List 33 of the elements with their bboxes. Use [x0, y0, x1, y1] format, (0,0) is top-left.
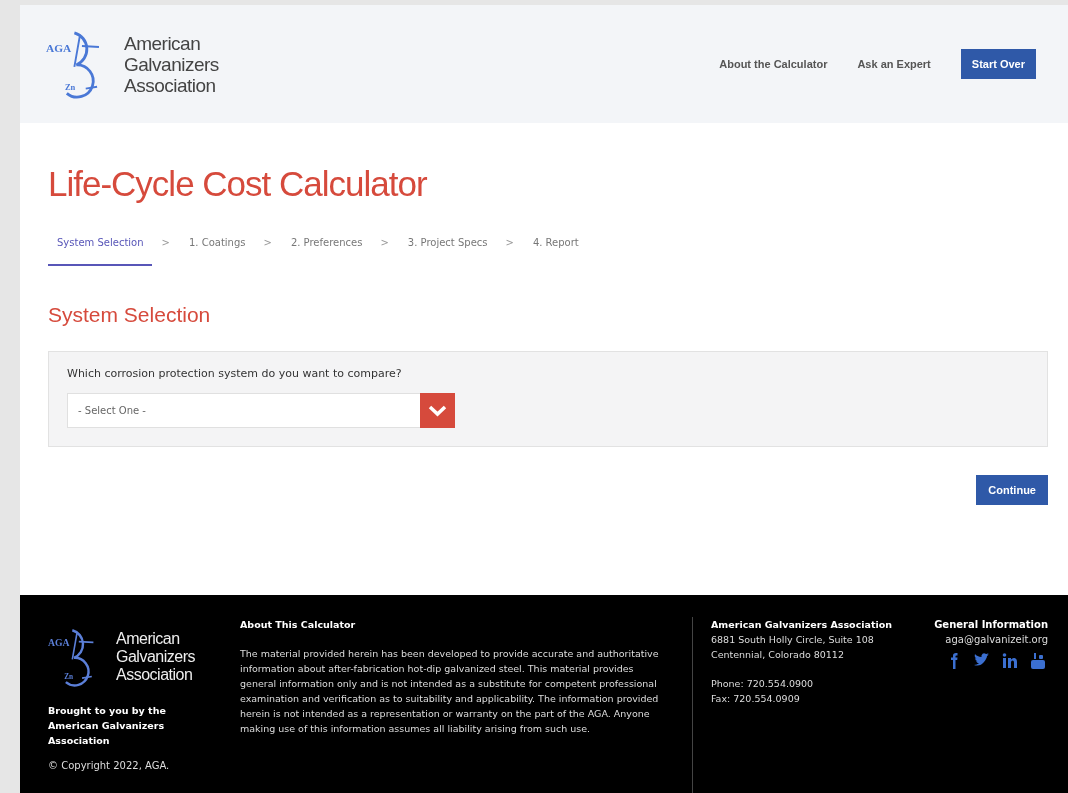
- logo-text: American Galvanizers Association: [124, 32, 219, 96]
- about-title: About This Calculator: [240, 618, 357, 632]
- step-separator: >: [505, 236, 514, 250]
- nav-link[interactable]: About the Calculator: [719, 55, 828, 73]
- nav-link[interactable]: Ask an Expert: [857, 55, 931, 73]
- logo-text: American Galvanizers Association: [116, 630, 195, 684]
- page-title: Life-Cycle Cost Calculator: [48, 163, 428, 205]
- step-separator: >: [380, 236, 389, 250]
- address-line: Centennial, Colorado 80112: [711, 648, 845, 662]
- step-tab[interactable]: System Selection: [48, 227, 152, 266]
- copyright-text: © Copyright 2022, AGA.: [48, 759, 171, 773]
- general-info-title: General Information: [934, 618, 1048, 632]
- section-title: System Selection: [48, 302, 212, 328]
- brought-by-text: Brought to you by the American Galvanizers Association: [48, 704, 167, 748]
- step-separator: >: [263, 236, 272, 250]
- address-line: 6881 South Holly Circle, Suite 108: [711, 633, 875, 647]
- select-field[interactable]: - Select One -: [67, 392, 420, 428]
- step-tab[interactable]: 3. Project Specs: [398, 227, 496, 266]
- step-separator: >: [161, 236, 170, 250]
- phone-text: Phone: 720.554.0900: [711, 677, 815, 691]
- step-tab[interactable]: 2. Preferences: [281, 227, 371, 266]
- contact-title: American Galvanizers Association: [711, 618, 894, 632]
- step-tab[interactable]: 1. Coatings: [179, 227, 254, 266]
- step-tab[interactable]: 4. Report: [523, 227, 587, 266]
- about-text: The material provided herein has been developed to provide accurate and authoritative information about after-fabrication hot-dip galvanized steel. This material provides general information only and is not intended as a substitute for competent professional examination and verification as to suitability and applicability. The information provided herein is not intended as a representation or warranty on the part of the AGA. Anyone making use of this information assumes all liability arising from such use.: [240, 647, 660, 736]
- linkedin-icon[interactable]: [1000, 651, 1020, 671]
- youtube-icon[interactable]: [1028, 651, 1048, 671]
- question-label: Which corrosion protection system do you want to compare?: [67, 366, 403, 383]
- start-over-button[interactable]: Start Over: [960, 48, 1036, 80]
- continue-button[interactable]: Continue: [976, 474, 1048, 506]
- fax-text: Fax: 720.554.0909: [711, 692, 801, 706]
- email-text: aga@galvanizeit.org: [945, 633, 1048, 647]
- dropdown-icon[interactable]: [420, 392, 455, 428]
